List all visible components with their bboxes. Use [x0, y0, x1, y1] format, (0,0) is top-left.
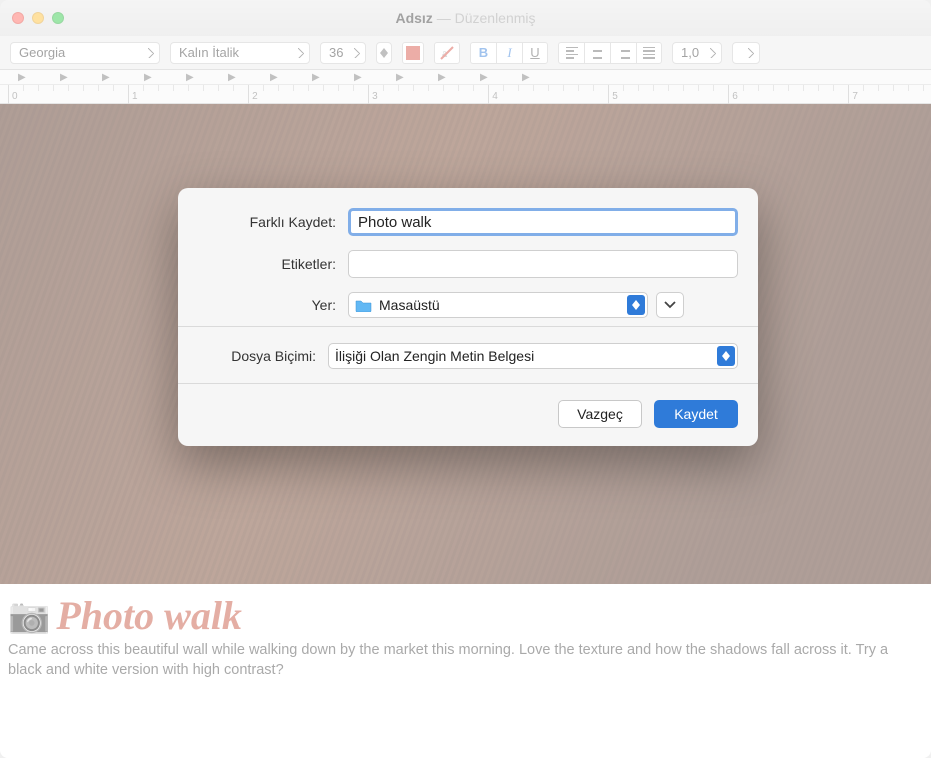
location-value: Masaüstü: [379, 297, 440, 313]
popup-arrows-icon: [717, 346, 735, 366]
cancel-button[interactable]: Vazgeç: [558, 400, 642, 428]
divider: [178, 383, 758, 384]
window: Adsız — Düzenlenmiş Georgia Kalın İtalik…: [0, 0, 931, 758]
popup-arrows-icon: [627, 295, 645, 315]
expand-location-button[interactable]: [656, 292, 684, 318]
file-format-popup[interactable]: İlişiği Olan Zengin Metin Belgesi: [328, 343, 738, 369]
save-as-input[interactable]: [348, 208, 738, 236]
tags-input[interactable]: [348, 250, 738, 278]
where-label: Yer:: [198, 297, 348, 313]
divider: [178, 326, 758, 327]
save-as-label: Farklı Kaydet:: [198, 214, 348, 230]
location-popup[interactable]: Masaüstü: [348, 292, 648, 318]
cancel-button-label: Vazgeç: [577, 406, 623, 422]
folder-icon: [355, 298, 373, 312]
tags-label: Etiketler:: [198, 256, 348, 272]
save-button-label: Kaydet: [674, 406, 718, 422]
save-button[interactable]: Kaydet: [654, 400, 738, 428]
file-format-label: Dosya Biçimi:: [198, 348, 328, 364]
dialog-buttons: Vazgeç Kaydet: [198, 400, 738, 428]
save-dialog: Farklı Kaydet: Etiketler: Yer: Masaüstü: [178, 188, 758, 446]
chevron-down-icon: [664, 301, 676, 309]
file-format-value: İlişiği Olan Zengin Metin Belgesi: [335, 348, 534, 364]
